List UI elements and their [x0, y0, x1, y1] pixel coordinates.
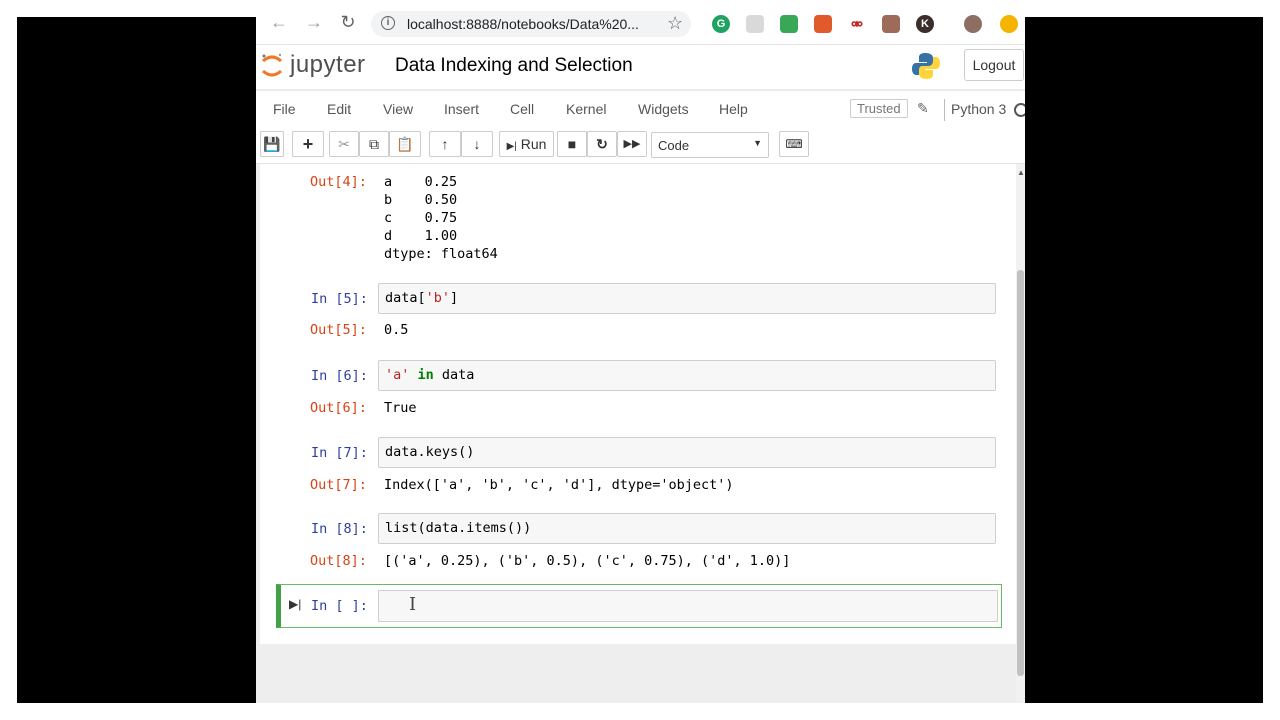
run-indicator-icon[interactable]: ▶|: [289, 597, 301, 611]
code-input[interactable]: I: [378, 590, 998, 622]
logout-button[interactable]: Logout: [964, 49, 1024, 81]
menu-help[interactable]: Help: [719, 101, 748, 117]
right-letterbox: [1025, 17, 1263, 703]
python-logo-icon: [912, 53, 940, 79]
browser-viewport: ← → ↻ i localhost:8888/notebooks/Data%20…: [256, 0, 1025, 703]
divider: [944, 99, 945, 121]
avatar[interactable]: [964, 15, 982, 33]
code-text: 'a' in data: [385, 367, 474, 383]
menu-file[interactable]: File: [273, 101, 296, 117]
code-text: list(data.items()): [385, 520, 532, 536]
jupyter-logo-text[interactable]: jupyter: [290, 51, 366, 79]
cell-output: Index(['a', 'b', 'c', 'd'], dtype='objec…: [384, 477, 734, 493]
keyboard-icon[interactable]: ⌨: [779, 131, 809, 157]
run-button[interactable]: ▶| Run: [499, 131, 554, 157]
step-forward-icon: ▶|: [506, 141, 517, 152]
code-token: ]: [450, 290, 459, 306]
out-prompt: Out[5]:: [310, 322, 367, 338]
code-input[interactable]: 'a' in data: [378, 360, 996, 391]
cell-type-value: Code: [658, 138, 690, 153]
star-icon[interactable]: ☆: [667, 13, 683, 34]
paste-icon[interactable]: 📋: [389, 131, 421, 157]
cell-output: 0.5: [384, 322, 409, 338]
cut-icon[interactable]: ✂: [329, 131, 359, 157]
code-token: 'b': [425, 290, 451, 306]
extension-icon[interactable]: [1000, 15, 1018, 33]
move-down-icon[interactable]: ↓: [461, 131, 493, 157]
menu-cell[interactable]: Cell: [510, 101, 534, 117]
jupyter-logo-icon[interactable]: [261, 53, 283, 79]
text-cursor-icon: I: [409, 594, 417, 615]
menu-view[interactable]: View: [383, 101, 413, 117]
cell-type-select[interactable]: Code ▼: [651, 132, 769, 158]
save-icon[interactable]: 💾: [260, 131, 284, 157]
left-letterbox: [17, 17, 256, 703]
copy-icon[interactable]: ⧉: [359, 131, 389, 157]
stop-icon[interactable]: ■: [557, 131, 587, 157]
back-arrow-icon[interactable]: ←: [268, 11, 290, 33]
jupyter-header: jupyter Data Indexing and Selection Logo…: [256, 45, 1025, 89]
out-prompt: Out[8]:: [310, 553, 367, 569]
menu-insert[interactable]: Insert: [444, 101, 479, 117]
chevron-down-icon: ▼: [753, 138, 762, 148]
reload-icon[interactable]: ↻: [337, 11, 359, 33]
notebook-toolbar: 💾 + ✂ ⧉ 📋 ↑ ↓ ▶| Run ■ ↻ ▶▶ Code ▼ ⌨: [256, 127, 1025, 164]
in-prompt: In [8]:: [311, 521, 368, 537]
browser-toolbar: ← → ↻ i localhost:8888/notebooks/Data%20…: [256, 0, 1025, 45]
menubar: File Edit View Insert Cell Kernel Widget…: [256, 90, 1025, 127]
extension-icon[interactable]: [780, 15, 798, 33]
active-code-cell[interactable]: ▶| In [ ]: I: [276, 584, 1002, 628]
url-text: localhost:8888/notebooks/Data%20...: [407, 16, 639, 32]
move-up-icon[interactable]: ↑: [429, 131, 461, 157]
menu-kernel[interactable]: Kernel: [566, 101, 606, 117]
fast-forward-icon[interactable]: ▶▶: [617, 131, 647, 157]
notebook-area: Out[4]: a 0.25 b 0.50 c 0.75 d 1.00 dtyp…: [256, 164, 1025, 703]
in-prompt: In [7]:: [311, 445, 368, 461]
menu-widgets[interactable]: Widgets: [638, 101, 689, 117]
extension-icon[interactable]: [746, 15, 764, 33]
code-text: data['b']: [385, 290, 458, 306]
pdf-extension-icon[interactable]: [882, 15, 900, 33]
code-token: in: [409, 367, 434, 383]
out-prompt: Out[7]:: [310, 477, 367, 493]
cell-output: True: [384, 400, 417, 416]
in-prompt: In [ ]:: [311, 598, 368, 614]
code-input[interactable]: data['b']: [378, 283, 996, 314]
add-cell-icon[interactable]: +: [292, 131, 324, 157]
menu-edit[interactable]: Edit: [327, 101, 351, 117]
out-prompt: Out[4]:: [310, 174, 367, 190]
address-bar[interactable]: i localhost:8888/notebooks/Data%20... ☆: [371, 11, 691, 37]
code-token: 'a': [385, 367, 410, 383]
code-input[interactable]: list(data.items()): [378, 513, 996, 544]
scrollbar-thumb[interactable]: [1017, 270, 1024, 676]
kernel-status-icon: [1014, 103, 1025, 117]
kernel-name: Python 3: [951, 101, 1007, 117]
cell-output: a 0.25 b 0.50 c 0.75 d 1.00 dtype: float…: [384, 174, 498, 262]
restart-icon[interactable]: ↻: [587, 131, 617, 157]
run-label: Run: [520, 136, 547, 152]
forward-arrow-icon[interactable]: →: [303, 11, 325, 33]
notebook-container: Out[4]: a 0.25 b 0.50 c 0.75 d 1.00 dtyp…: [260, 164, 1016, 644]
notebook-title[interactable]: Data Indexing and Selection: [395, 55, 633, 77]
extension-icon[interactable]: [814, 15, 832, 33]
scroll-up-icon[interactable]: ▲: [1017, 168, 1025, 177]
trusted-indicator[interactable]: Trusted: [850, 99, 908, 118]
info-icon[interactable]: i: [381, 16, 395, 30]
code-text: data.keys(): [385, 444, 475, 460]
in-prompt: In [6]:: [311, 368, 368, 384]
out-prompt: Out[6]:: [310, 400, 367, 416]
cell-output: [('a', 0.25), ('b', 0.5), ('c', 0.75), (…: [384, 553, 791, 569]
in-prompt: In [5]:: [311, 291, 368, 307]
pencil-icon[interactable]: ✎: [917, 100, 929, 117]
extension-icon[interactable]: K: [916, 15, 934, 33]
code-input[interactable]: data.keys(): [378, 437, 996, 468]
code-token: data[: [385, 290, 426, 306]
code-token: data: [433, 367, 475, 383]
grammarly-extension-icon[interactable]: G: [712, 15, 730, 33]
lock-extension-icon[interactable]: ⚮: [848, 15, 866, 33]
